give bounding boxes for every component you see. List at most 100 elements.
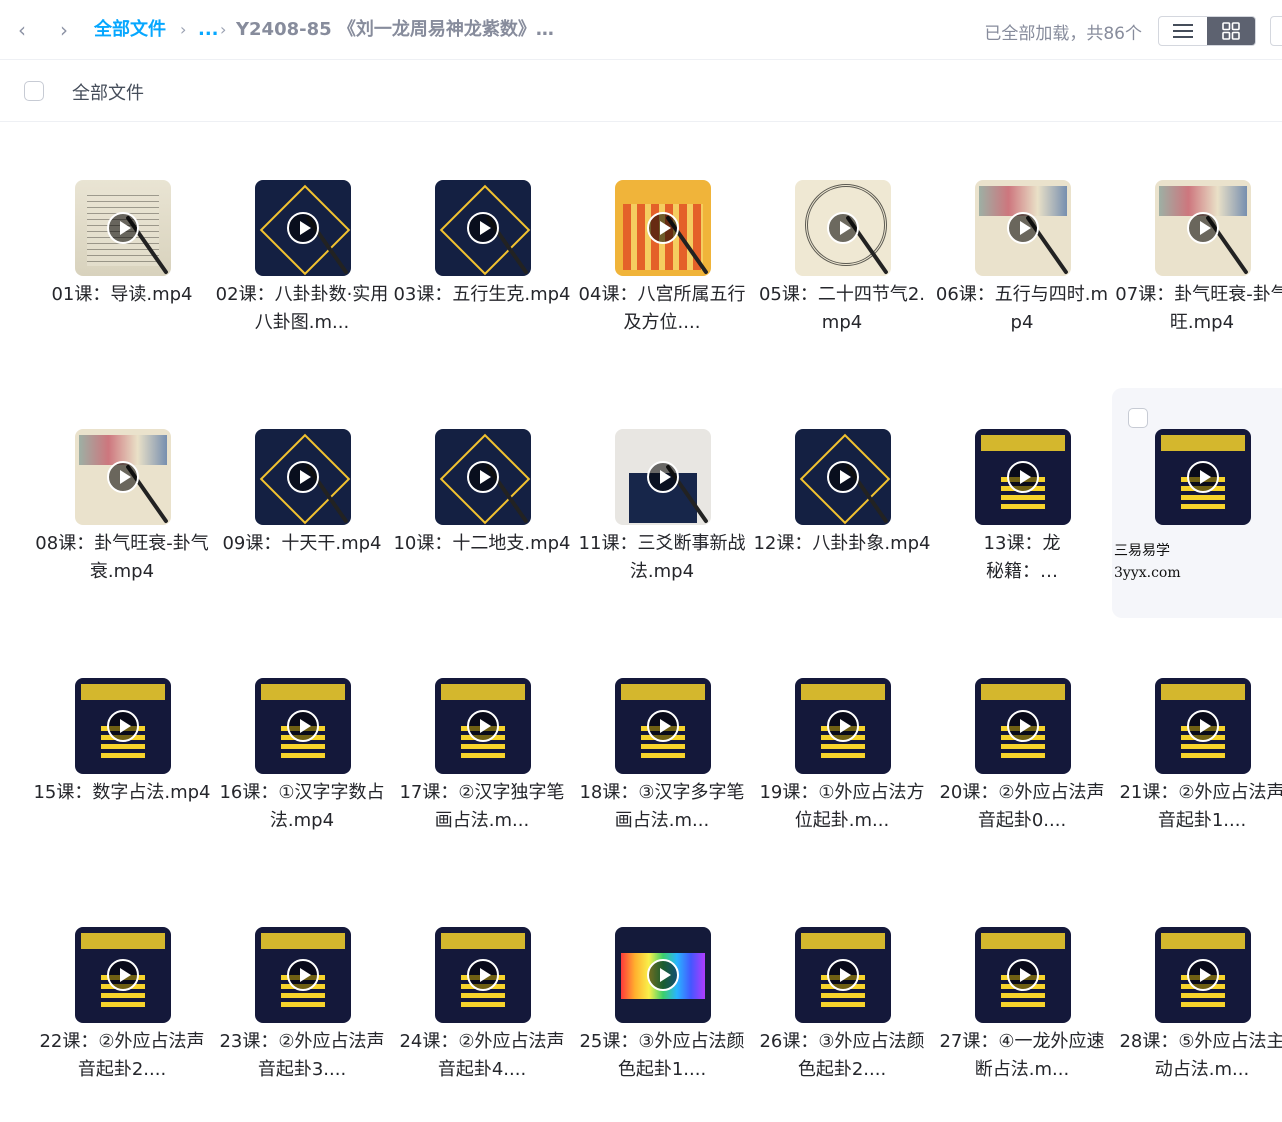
grid-icon	[1222, 22, 1240, 40]
more-button[interactable]	[1270, 16, 1282, 46]
file-tile[interactable]: 12课：八卦卦象.mp4	[752, 424, 932, 624]
play-icon	[467, 959, 499, 991]
video-thumbnail	[255, 180, 351, 276]
play-icon	[107, 212, 139, 244]
video-thumbnail	[615, 927, 711, 1023]
video-thumbnail	[75, 180, 171, 276]
video-thumbnail	[1155, 180, 1251, 276]
file-tile[interactable]: 19课：①外应占法方位起卦.m...	[752, 673, 932, 873]
file-tile[interactable]: 01课：导读.mp4	[32, 175, 212, 375]
file-tile[interactable]: 06课：五行与四时.mp4	[932, 175, 1112, 375]
top-bar: ‹ › 全部文件 › ... › Y2408-85 《刘一龙周易神龙紫数》8..…	[0, 0, 1282, 60]
watermark-line: 三易易学	[1114, 543, 1170, 559]
video-thumbnail	[75, 429, 171, 525]
video-thumbnail	[795, 180, 891, 276]
file-name: 08课：卦气旺衰-卦气衰.mp4	[35, 533, 209, 582]
file-tile[interactable]: 18课：③汉字多字笔画占法.m...	[572, 673, 752, 873]
breadcrumb-root[interactable]: 全部文件	[94, 18, 166, 42]
file-name: 21课：②外应占法声音起卦1....	[1119, 782, 1282, 831]
file-name: 09课：十天干.mp4	[222, 533, 382, 554]
file-tile[interactable]: 16课：①汉字字数占法.mp4	[212, 673, 392, 873]
file-tile[interactable]: 23课：②外应占法声音起卦3....	[212, 922, 392, 1122]
file-name: 18课：③汉字多字笔画占法.m...	[579, 782, 745, 831]
breadcrumb-separator-icon: ›	[180, 20, 187, 39]
file-name: 05课：二十四节气2.mp4	[758, 284, 926, 333]
file-tile[interactable]: 03课：五行生克.mp4	[392, 175, 572, 375]
file-tile[interactable]: 05课：二十四节气2.mp4	[752, 175, 932, 375]
play-icon	[647, 212, 679, 244]
file-name: 03课：五行生克.mp4	[393, 284, 571, 305]
list-icon	[1173, 24, 1193, 38]
video-thumbnail	[975, 927, 1071, 1023]
video-thumbnail	[795, 678, 891, 774]
file-name: 12课：八卦卦象.mp4	[753, 533, 931, 554]
file-tile[interactable]: 24课：②外应占法声音起卦4....	[392, 922, 572, 1122]
video-thumbnail	[435, 429, 531, 525]
video-thumbnail	[255, 678, 351, 774]
file-tile[interactable]: 09课：十天干.mp4	[212, 424, 392, 624]
breadcrumb-ellipsis[interactable]: ...	[198, 18, 219, 42]
video-thumbnail	[75, 678, 171, 774]
file-tile[interactable]: 26课：③外应占法颜色起卦2....	[752, 922, 932, 1122]
play-icon	[107, 710, 139, 742]
file-tile[interactable]: 17课：②汉字独字笔画占法.m...	[392, 673, 572, 873]
file-tile[interactable]: 02课：八卦卦数·实用八卦图.m...	[212, 175, 392, 375]
file-tile[interactable]: 20课：②外应占法声音起卦0....	[932, 673, 1112, 873]
play-icon	[1187, 710, 1219, 742]
file-tile[interactable]: 三易易学 3yyx.com	[1112, 388, 1282, 618]
file-name: 28课：⑤外应占法主动占法.m...	[1119, 1031, 1282, 1080]
file-name: 06课：五行与四时.mp4	[935, 284, 1109, 333]
file-name: 04课：八宫所属五行及方位....	[578, 284, 746, 333]
play-icon	[467, 710, 499, 742]
file-tile[interactable]: 22课：②外应占法声音起卦2....	[32, 922, 212, 1122]
list-view-button[interactable]	[1159, 17, 1207, 45]
forward-arrow-icon[interactable]: ›	[54, 18, 74, 42]
file-tile[interactable]: 21课：②外应占法声音起卦1....	[1112, 673, 1282, 873]
play-icon	[107, 959, 139, 991]
play-icon	[287, 710, 319, 742]
file-name: 20课：②外应占法声音起卦0....	[939, 782, 1105, 831]
file-name: 16课：①汉字字数占法.mp4	[219, 782, 385, 831]
file-tile[interactable]: 10课：十二地支.mp4	[392, 424, 572, 624]
file-name: 15课：数字占法.mp4	[33, 782, 211, 803]
file-name: 27课：④一龙外应速断占法.m...	[939, 1031, 1105, 1080]
play-icon	[647, 959, 679, 991]
file-name: 22课：②外应占法声音起卦2....	[39, 1031, 205, 1080]
file-tile[interactable]: 25课：③外应占法颜色起卦1....	[572, 922, 752, 1122]
file-tile[interactable]: 13课：龙秘籍：神龙占法则.mp4	[932, 424, 1112, 624]
file-name: 23课：②外应占法声音起卦3....	[219, 1031, 385, 1080]
grid-view-button[interactable]	[1207, 17, 1255, 45]
file-tile[interactable]: 28课：⑤外应占法主动占法.m...	[1112, 922, 1282, 1122]
video-thumbnail	[1155, 678, 1251, 774]
select-all-checkbox[interactable]	[24, 81, 44, 101]
play-icon	[1007, 959, 1039, 991]
file-name: 02课：八卦卦数·实用八卦图.m...	[215, 284, 389, 333]
file-tile[interactable]: 27课：④一龙外应速断占法.m...	[932, 922, 1112, 1122]
file-tile[interactable]: 11课：三爻断事新战法.mp4	[572, 424, 752, 624]
video-thumbnail	[255, 429, 351, 525]
play-icon	[1187, 959, 1219, 991]
video-thumbnail	[795, 927, 891, 1023]
file-name: 01课：导读.mp4	[51, 284, 193, 305]
file-name: 07课：卦气旺衰-卦气旺.mp4	[1115, 284, 1282, 333]
file-tile[interactable]: 04课：八宫所属五行及方位....	[572, 175, 752, 375]
back-arrow-icon[interactable]: ‹	[12, 18, 32, 42]
file-name: 10课：十二地支.mp4	[393, 533, 571, 554]
video-thumbnail	[975, 678, 1071, 774]
file-tile[interactable]: 08课：卦气旺衰-卦气衰.mp4	[32, 424, 212, 624]
file-checkbox[interactable]	[1128, 408, 1148, 428]
video-thumbnail	[975, 180, 1071, 276]
file-name: 19课：①外应占法方位起卦.m...	[759, 782, 925, 831]
play-icon	[827, 959, 859, 991]
file-name: 13课：龙秘籍：神龙占法则.mp4	[983, 533, 1061, 582]
file-tile[interactable]: 07课：卦气旺衰-卦气旺.mp4	[1112, 175, 1282, 375]
play-icon	[467, 212, 499, 244]
file-tile[interactable]: 15课：数字占法.mp4	[32, 673, 212, 873]
list-header: 全部文件	[0, 60, 1282, 122]
play-icon	[287, 461, 319, 493]
video-thumbnail	[435, 678, 531, 774]
play-icon	[647, 710, 679, 742]
play-icon	[1187, 461, 1219, 493]
breadcrumb-current-folder: Y2408-85 《刘一龙周易神龙紫数》8...	[236, 19, 566, 40]
video-thumbnail	[435, 180, 531, 276]
